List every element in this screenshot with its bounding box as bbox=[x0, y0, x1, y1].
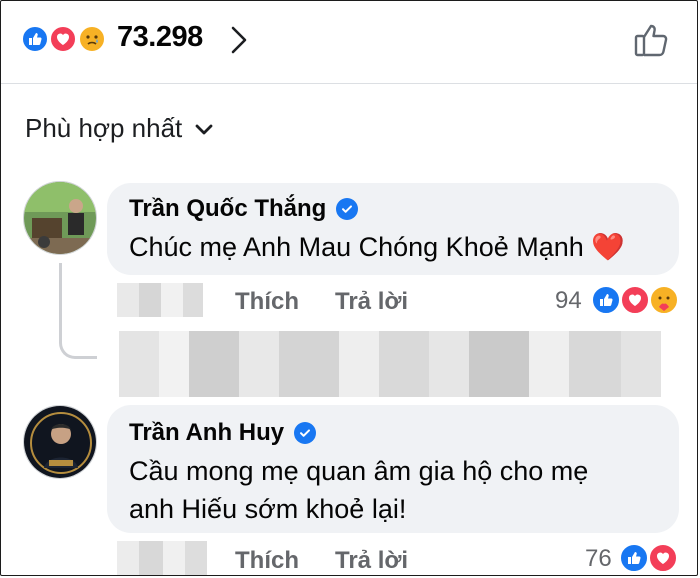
author-name: Trần Quốc Thắng bbox=[129, 195, 327, 222]
reply-button[interactable]: Trả lời bbox=[335, 547, 408, 575]
comment-bubble[interactable]: Trần Anh Huy Cầu mong mẹ quan âm gia hộ … bbox=[107, 405, 679, 533]
comment-text-line1: Cầu mong mẹ quan âm gia hộ cho mẹ bbox=[129, 456, 589, 486]
care-icon[interactable] bbox=[649, 285, 679, 315]
reaction-total[interactable]: 73.298 bbox=[117, 21, 203, 54]
comment-author[interactable]: Trần Quốc Thắng bbox=[129, 195, 359, 223]
avatar[interactable] bbox=[23, 405, 97, 479]
censored-timestamp bbox=[117, 541, 207, 575]
verified-badge-icon bbox=[336, 198, 359, 220]
like-icon[interactable] bbox=[619, 543, 649, 573]
avatar[interactable] bbox=[23, 181, 97, 255]
sort-label: Phù hợp nhất bbox=[25, 113, 183, 143]
like-outline-icon[interactable] bbox=[633, 21, 671, 64]
comment-author[interactable]: Trần Anh Huy bbox=[129, 419, 317, 447]
like-button[interactable]: Thích bbox=[235, 288, 299, 316]
chevron-right-icon[interactable] bbox=[229, 25, 249, 60]
thread-connector bbox=[59, 263, 97, 359]
reaction-count[interactable]: 76 bbox=[585, 545, 612, 573]
author-name: Trần Anh Huy bbox=[129, 419, 285, 446]
like-button[interactable]: Thích bbox=[235, 547, 299, 575]
love-icon[interactable] bbox=[648, 543, 678, 573]
sort-dropdown[interactable]: Phù hợp nhất bbox=[25, 113, 214, 144]
comment-bubble[interactable]: Trần Quốc Thắng Chúc mẹ Anh Mau Chóng Kh… bbox=[107, 183, 679, 275]
comment-text-line2: anh Hiếu sớm khoẻ lại! bbox=[129, 494, 407, 524]
verified-badge-icon bbox=[294, 422, 317, 444]
censored-reply-preview bbox=[119, 331, 661, 397]
love-icon[interactable] bbox=[49, 25, 77, 53]
comment-text: Chúc mẹ Anh Mau Chóng Khoẻ Mạnh ❤️ bbox=[129, 227, 625, 267]
like-icon[interactable] bbox=[591, 285, 621, 315]
love-icon[interactable] bbox=[620, 285, 650, 315]
chevron-down-icon bbox=[194, 113, 214, 144]
reactions-header: 73.298 bbox=[1, 1, 697, 84]
reaction-count[interactable]: 94 bbox=[555, 287, 582, 315]
heart-emoji: ❤️ bbox=[591, 232, 625, 262]
comment-text-body: Chúc mẹ Anh Mau Chóng Khoẻ Mạnh bbox=[129, 232, 584, 262]
reply-button[interactable]: Trả lời bbox=[335, 288, 408, 316]
censored-timestamp bbox=[117, 283, 203, 317]
like-icon[interactable] bbox=[21, 25, 49, 53]
sad-icon[interactable] bbox=[78, 25, 106, 53]
reactions-panel: 73.298 Phù hợp nhất Trần Quốc Thắng Chúc… bbox=[0, 0, 698, 576]
